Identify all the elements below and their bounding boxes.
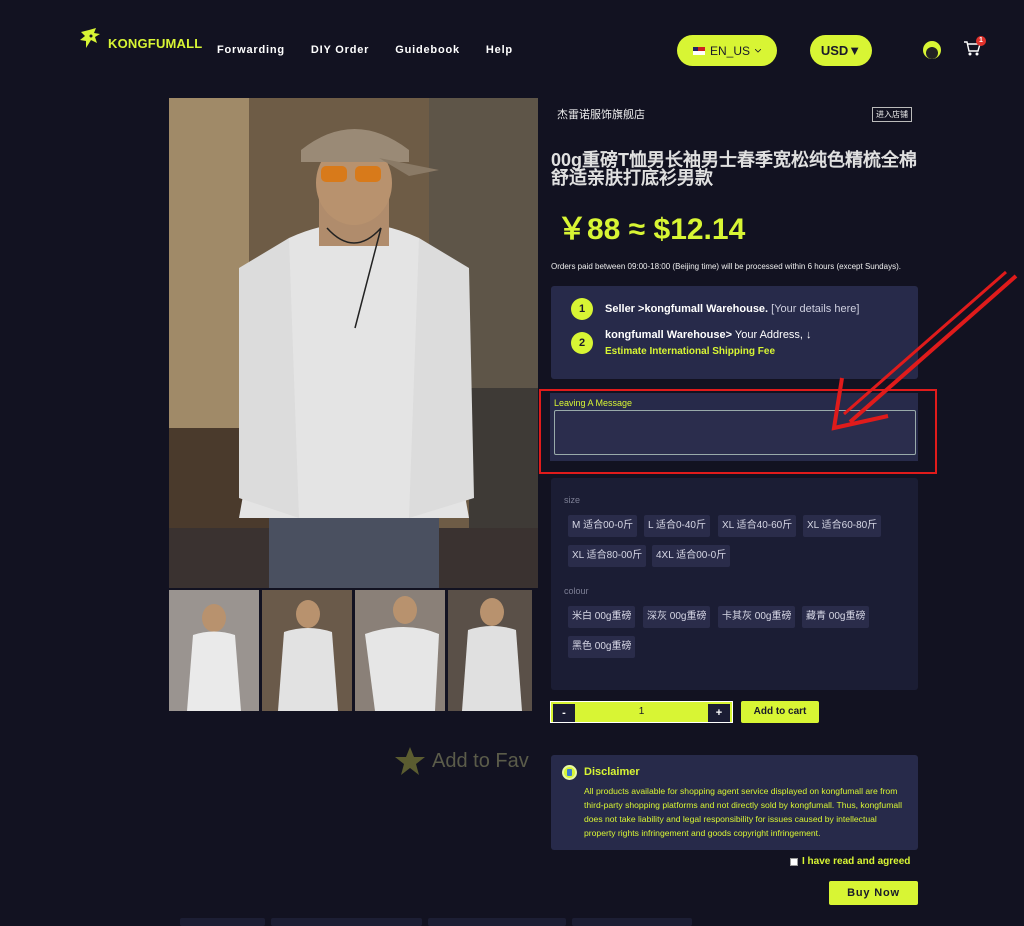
thumbnail-2[interactable] (262, 590, 352, 711)
enter-shop-button[interactable]: 进入店铺 (872, 107, 912, 122)
size-option-xl-60[interactable]: XL 适合60-80斤 (803, 515, 882, 537)
disclaimer-text: All products available for shopping agen… (584, 786, 902, 838)
size-label: size (564, 495, 581, 505)
add-to-fav-label: Add to Fav (432, 749, 529, 772)
thumbnail-strip (169, 590, 538, 711)
thumbnail-3[interactable] (355, 590, 445, 711)
kongfu-mascot-icon (80, 28, 100, 48)
language-selector[interactable]: EN_US (677, 35, 777, 66)
thumbnail-4[interactable] (448, 590, 538, 711)
estimate-shipping-link[interactable]: Estimate International Shipping Fee (605, 346, 775, 357)
nav-forwarding[interactable]: Forwarding (217, 44, 285, 56)
brand-name: KONGFUMALL (108, 35, 203, 51)
step-2-number: 2 (571, 332, 593, 354)
brand-logo[interactable]: KONGFUMALL (78, 26, 202, 52)
disclaimer-title: Disclaimer (584, 766, 640, 778)
size-option-4xl[interactable]: 4XL 适合00-0斤 (652, 545, 731, 567)
colour-option-navy[interactable]: 藏青 00g重磅 (802, 606, 870, 628)
main-nav: Forwarding DIY Order Guidebook Help (217, 44, 513, 56)
quantity-input[interactable]: 1 (581, 702, 702, 722)
step-1-number: 1 (571, 298, 593, 320)
bottom-tabs (180, 918, 692, 926)
chevron-down-icon (755, 48, 761, 53)
nav-diy-order[interactable]: DIY Order (311, 44, 369, 56)
nav-guidebook[interactable]: Guidebook (395, 44, 460, 56)
colour-label: colour (564, 586, 589, 596)
step-2-text: kongfumall Warehouse> Your Address, ↓ (605, 329, 812, 341)
product-title: 00g重磅T恤男长袖男士春季宽松纯色精梳全棉舒适亲肤打底衫男款 (551, 150, 918, 188)
colour-option-khaki-grey[interactable]: 卡其灰 00g重磅 (718, 606, 796, 628)
options-panel: size M 适合00-0斤 L 适合0-40斤 XL 适合40-60斤 XL … (551, 478, 918, 690)
avatar-icon[interactable] (923, 41, 941, 59)
product-main-image (169, 98, 538, 588)
size-option-xl-40[interactable]: XL 适合40-60斤 (718, 515, 797, 537)
size-option-xl-80[interactable]: XL 适合80-00斤 (568, 545, 647, 567)
bottom-tab-4[interactable] (572, 918, 692, 926)
quantity-decrease-button[interactable]: - (553, 704, 575, 722)
agree-label: I have read and agreed (802, 856, 911, 867)
add-to-favorites[interactable]: Add to Fav (394, 746, 529, 776)
step-2-warehouse: kongfumall Warehouse> (605, 329, 733, 341)
currency-selector[interactable]: USD▼ (810, 35, 872, 66)
step-2-address[interactable]: Your Address, ↓ (735, 329, 812, 341)
buy-now-button[interactable]: Buy Now (829, 881, 918, 905)
product-price: ￥88 ≈ $12.14 (557, 213, 746, 246)
colour-option-black[interactable]: 黑色 00g重磅 (568, 636, 636, 658)
size-option-l[interactable]: L 适合0-40斤 (644, 515, 710, 537)
annotation-arrow-icon (831, 270, 1018, 431)
bottom-tab-2[interactable] (271, 918, 422, 926)
quantity-stepper: - 1 + (550, 701, 733, 723)
info-icon (562, 765, 577, 780)
disclaimer-panel: Disclaimer All products available for sh… (551, 755, 918, 850)
star-icon (395, 747, 425, 775)
colour-option-dark-grey[interactable]: 深灰 00g重磅 (643, 606, 711, 628)
agree-checkbox[interactable] (790, 857, 798, 866)
size-option-m[interactable]: M 适合00-0斤 (568, 515, 638, 537)
shop-name[interactable]: 杰雷诺服饰旗舰店 (557, 106, 645, 122)
step-1-seller: Seller >kongfumall Warehouse. (605, 303, 769, 315)
cart-count-badge: 1 (976, 36, 986, 46)
colour-option-white[interactable]: 米白 00g重磅 (568, 606, 636, 628)
add-to-cart-button[interactable]: Add to cart (741, 701, 819, 723)
quantity-increase-button[interactable]: + (708, 704, 730, 722)
nav-help[interactable]: Help (486, 44, 513, 56)
bottom-tab-3[interactable] (428, 918, 566, 926)
us-flag-icon (692, 46, 705, 55)
bottom-tab-1[interactable] (180, 918, 265, 926)
thumbnail-1[interactable] (169, 590, 259, 711)
agree-checkbox-row[interactable]: I have read and agreed (790, 856, 910, 867)
language-label: EN_US (709, 43, 750, 58)
